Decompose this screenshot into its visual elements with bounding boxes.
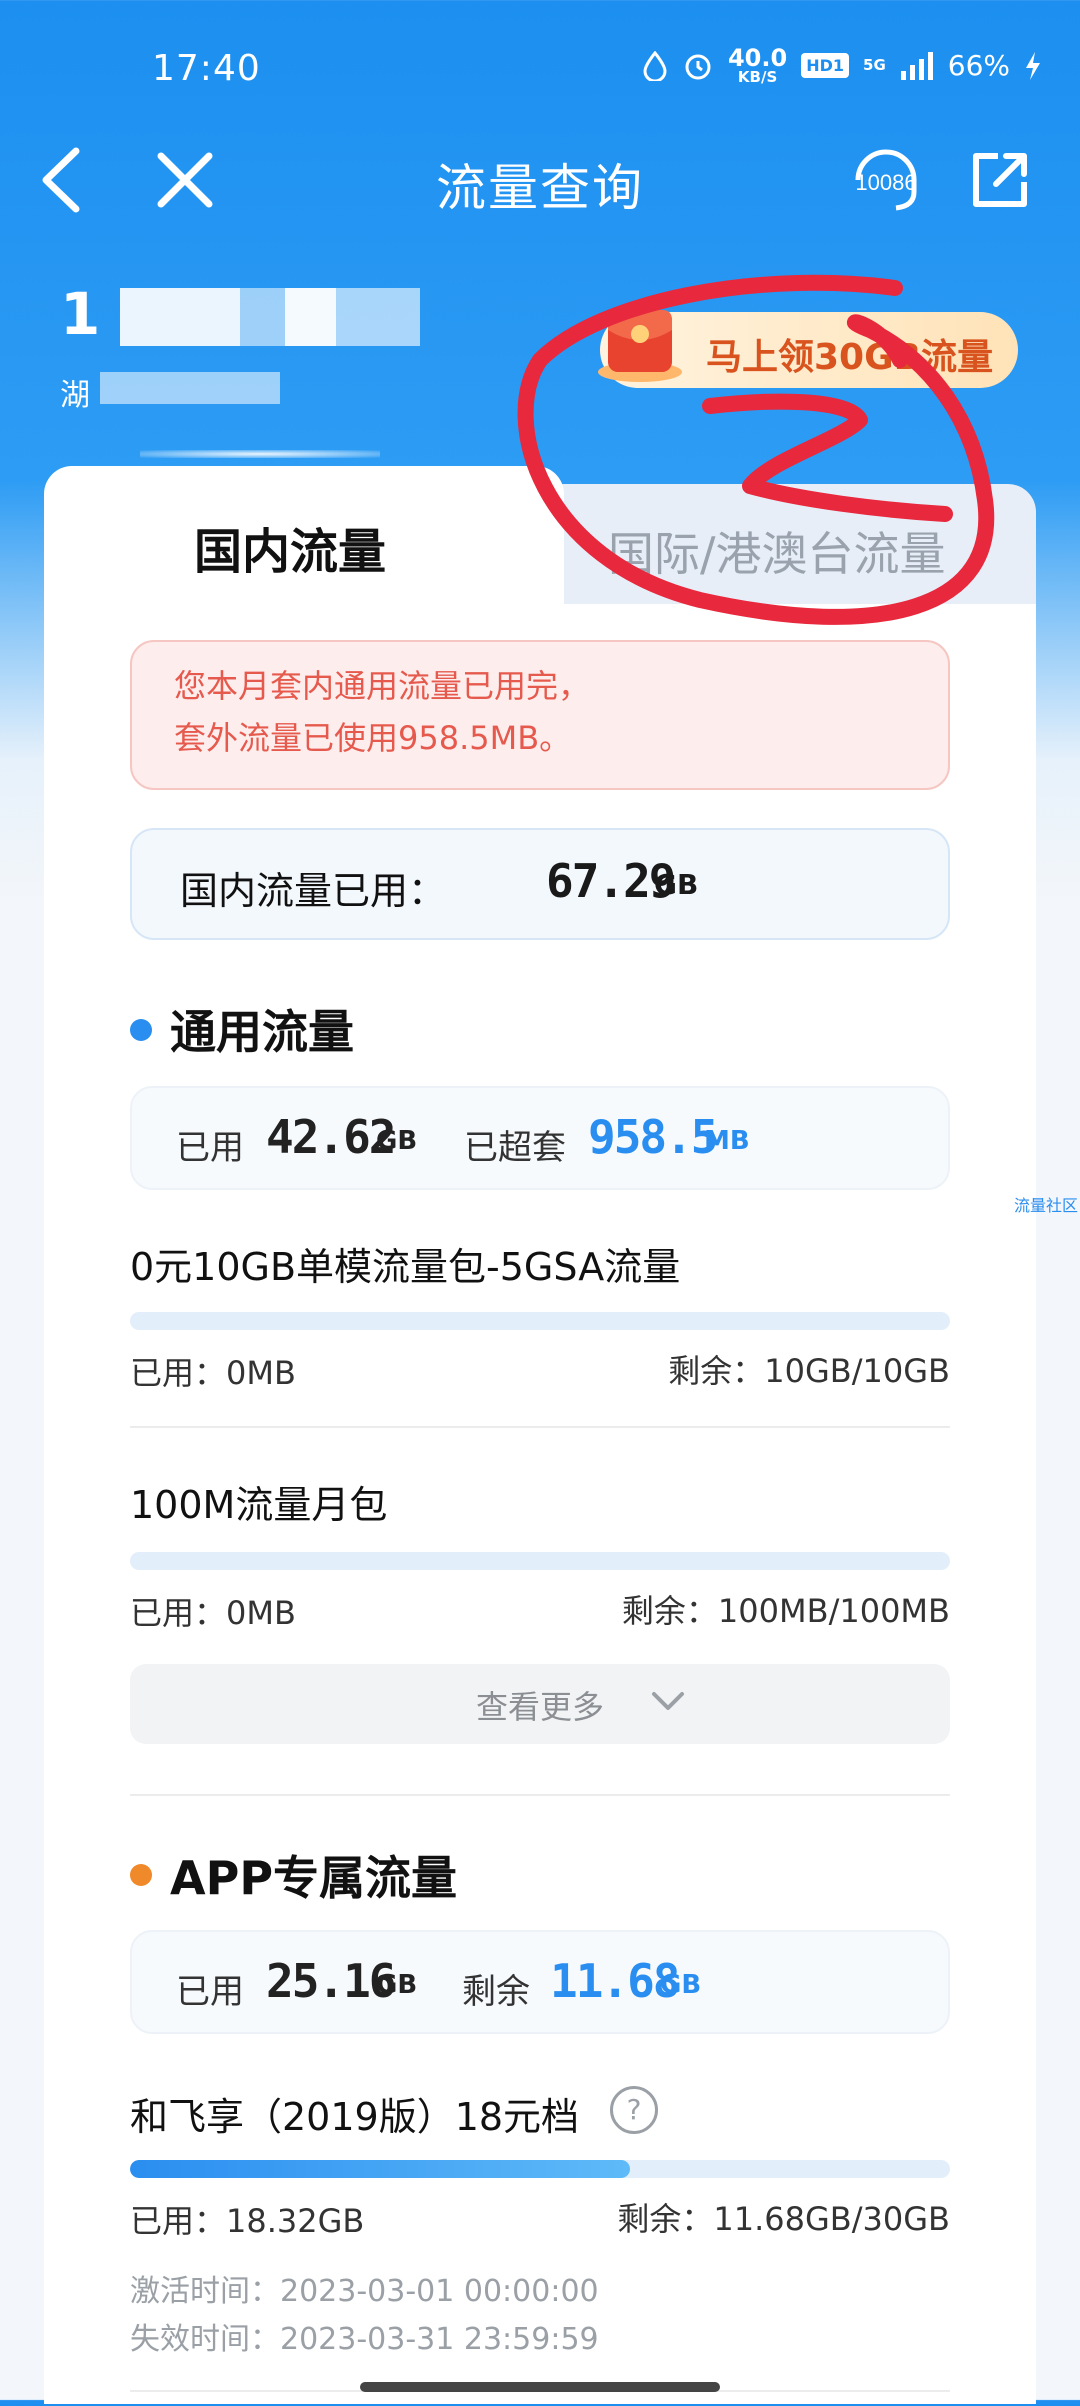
net-speed: 40.0 KB/S: [727, 44, 788, 86]
general-section-title: 通用流量: [170, 1005, 354, 1059]
section-dot-orange: [130, 1864, 152, 1886]
package-remaining: 剩余：11.68GB/30GB: [617, 2200, 950, 2238]
charging-icon: [1026, 51, 1040, 80]
package-remaining: 剩余：100MB/100MB: [621, 1592, 950, 1630]
headset-icon: 10086: [855, 149, 917, 211]
share-button[interactable]: [960, 140, 1040, 220]
domestic-usage-label: 国内流量已用：: [180, 869, 447, 913]
divider: [130, 1794, 950, 1796]
status-time: 17:40: [152, 48, 261, 89]
signal-icon: [900, 51, 933, 80]
package-progress-bar: [130, 1312, 950, 1330]
divider: [130, 1426, 950, 1428]
alarm-icon: [685, 54, 711, 79]
package-used: 已用：0MB: [130, 1354, 296, 1392]
app-section-title: APP专属流量: [170, 1851, 458, 1905]
package-used: 已用：18.32GB: [130, 2202, 365, 2240]
water-drop-icon: [643, 50, 667, 81]
share-icon: [973, 153, 1027, 207]
battery-level: 66%: [947, 49, 1010, 82]
domestic-usage-summary: 国内流量已用： 67.29 GB: [130, 828, 950, 940]
home-indicator[interactable]: [360, 2382, 720, 2392]
overuse-alert: 您本月套内通用流量已用完，套外流量已使用958.5MB。: [130, 640, 950, 790]
customer-service-button[interactable]: 10086: [838, 140, 934, 220]
tab-international-label: 国际/港澳台流量: [608, 527, 946, 581]
general-used-label: 已用: [176, 1128, 244, 1168]
nav-bar: 流量查询 10086: [0, 120, 1080, 240]
service-number: 10086: [855, 170, 916, 195]
app-used-label: 已用: [176, 1972, 244, 2012]
promo-label: 马上领30GB流量: [706, 337, 994, 378]
hd-badge: HD1: [801, 53, 850, 78]
expiration-time: 失效时间：2023-03-31 23:59:59: [130, 2322, 599, 2357]
general-over-label: 已超套: [464, 1128, 566, 1168]
section-dot-blue: [130, 1019, 152, 1041]
package-name: 0元10GB单模流量包-5GSA流量: [130, 1245, 681, 1289]
package-progress-bar: [130, 1552, 950, 1570]
view-more-label: 查看更多: [475, 1688, 604, 1726]
status-bar: 17:40 40.0 KB/S HD1 5G 66%: [0, 0, 1080, 140]
package-progress-bar: [130, 2160, 950, 2178]
traffic-community-link[interactable]: 流量社区: [1014, 1192, 1078, 1216]
app-remain-label: 剩余: [462, 1972, 530, 2012]
domestic-usage-unit: GB: [654, 868, 699, 901]
help-icon[interactable]: ?: [610, 2086, 658, 2134]
activation-time: 激活时间：2023-03-01 00:00:00: [130, 2274, 599, 2309]
privacy-mosaic: [100, 372, 280, 404]
app-usage-box: 已用 25.16 GB 剩余 11.68 GB: [130, 1930, 950, 2034]
package-name: 和飞享（2019版）18元档: [130, 2095, 580, 2139]
package-remaining: 剩余：10GB/10GB: [668, 1352, 950, 1390]
chevron-down-icon: [652, 1692, 684, 1710]
privacy-mosaic: [120, 288, 420, 346]
status-icons: 40.0 KB/S HD1 5G 66%: [642, 46, 1042, 85]
general-used-unit: GB: [376, 1126, 418, 1156]
app-used-unit: GB: [376, 1970, 418, 2000]
network-type: 5G: [863, 56, 886, 74]
account-region: 湖: [60, 378, 90, 413]
promo-banner[interactable]: 马上领30GB流量: [598, 310, 1018, 388]
account-info: 1 湖: [60, 280, 460, 458]
general-over-unit: MB: [704, 1126, 750, 1156]
traffic-card: 国内流量 国际/港澳台流量 您本月套内通用流量已用完，套外流量已使用958.5M…: [44, 466, 1036, 2406]
package-name: 100M流量月包: [130, 1483, 388, 1527]
tab-domestic-label: 国内流量: [194, 524, 387, 580]
package-used: 已用：0MB: [130, 1594, 296, 1632]
red-envelope-icon: [598, 310, 682, 382]
glow-decoration: [140, 450, 380, 458]
phone-number: 1: [60, 280, 103, 348]
progress-fill: [130, 2160, 631, 2178]
view-more-button[interactable]: 查看更多: [130, 1664, 950, 1744]
alert-text: 您本月套内通用流量已用完，套外流量已使用958.5MB。: [174, 667, 591, 757]
app-remain-unit: GB: [660, 1970, 702, 2000]
general-usage-box: 已用 42.62 GB 已超套 958.5 MB: [130, 1086, 950, 1190]
general-over-value: 958.5: [588, 1110, 718, 1164]
